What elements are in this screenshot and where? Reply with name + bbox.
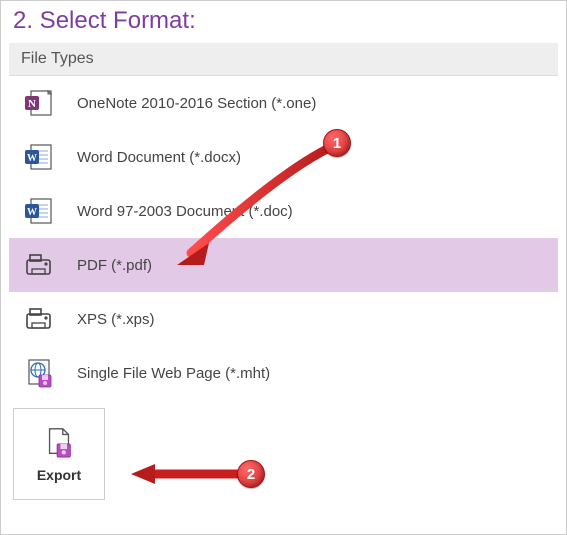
export-button[interactable]: Export	[13, 408, 105, 500]
svg-text:W: W	[27, 153, 37, 164]
section-title: 2. Select Format:	[13, 7, 554, 35]
export-button-label: Export	[37, 467, 81, 483]
file-types-header: File Types	[9, 43, 558, 76]
file-type-label: Word 97-2003 Document (*.doc)	[77, 203, 293, 220]
file-type-label: Single File Web Page (*.mht)	[77, 365, 270, 382]
file-types-list: N OneNote 2010-2016 Section (*.one) W Wo…	[9, 76, 558, 400]
file-type-onenote[interactable]: N OneNote 2010-2016 Section (*.one)	[9, 76, 558, 130]
svg-text:N: N	[28, 98, 36, 110]
mht-icon	[23, 357, 55, 389]
file-type-xps[interactable]: XPS (*.xps)	[9, 292, 558, 346]
word-docx-icon: W	[23, 141, 55, 173]
xps-icon	[23, 303, 55, 335]
file-type-pdf[interactable]: PDF (*.pdf)	[9, 238, 558, 292]
pdf-icon	[23, 249, 55, 281]
annotation-arrow-2	[119, 459, 249, 493]
export-icon	[42, 425, 76, 459]
file-type-word-doc[interactable]: W Word 97-2003 Document (*.doc)	[9, 184, 558, 238]
file-type-word-docx[interactable]: W Word Document (*.docx)	[9, 130, 558, 184]
annotation-badge-2: 2	[237, 460, 265, 488]
onenote-icon: N	[23, 87, 55, 119]
file-type-label: Word Document (*.docx)	[77, 149, 241, 166]
file-type-label: PDF (*.pdf)	[77, 257, 152, 274]
file-type-label: XPS (*.xps)	[77, 311, 155, 328]
svg-text:W: W	[27, 207, 37, 218]
file-type-mht[interactable]: Single File Web Page (*.mht)	[9, 346, 558, 400]
file-type-label: OneNote 2010-2016 Section (*.one)	[77, 95, 316, 112]
word-doc-icon: W	[23, 195, 55, 227]
